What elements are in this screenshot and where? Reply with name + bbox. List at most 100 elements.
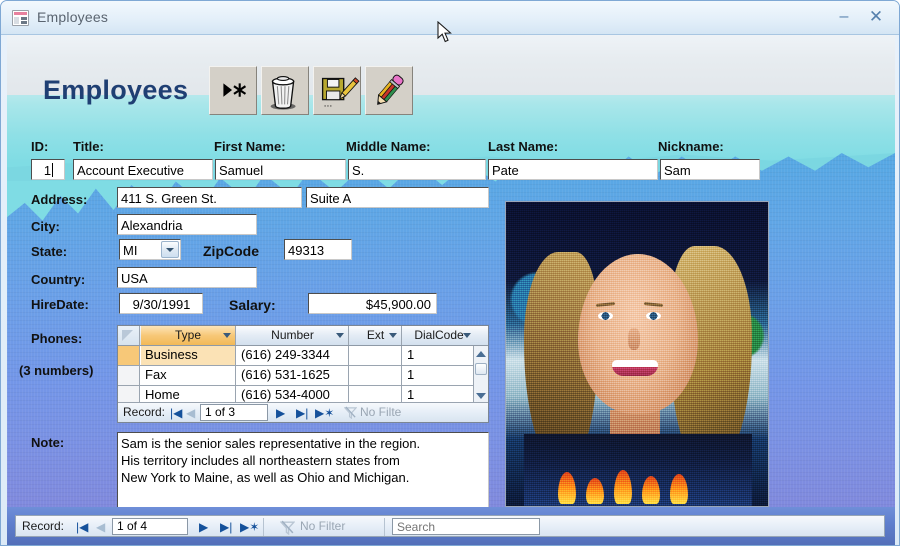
id-field[interactable]: 1: [31, 159, 65, 180]
phones-header-row: Type Number Ext DialCode: [118, 326, 488, 346]
last-record-button[interactable]: ▶|: [220, 520, 232, 534]
column-header-ext[interactable]: Ext: [350, 326, 402, 345]
title-field[interactable]: Account Executive: [73, 159, 213, 180]
trash-can-icon: [270, 76, 296, 110]
subform-vertical-scrollbar[interactable]: [473, 346, 488, 404]
state-value: MI: [123, 243, 138, 258]
label-phones: Phones:: [31, 331, 83, 346]
save-record-button[interactable]: ...: [313, 66, 361, 115]
sf-last-record-button[interactable]: ▶|: [296, 406, 308, 420]
record-position[interactable]: 1 of 4: [112, 518, 188, 535]
first-record-button[interactable]: |◀: [76, 520, 88, 534]
chevron-down-icon[interactable]: [336, 333, 344, 338]
scroll-up-icon[interactable]: [474, 346, 488, 361]
id-value: 1: [43, 163, 52, 178]
label-id: ID:: [31, 139, 49, 154]
cell-type[interactable]: Fax: [141, 366, 236, 385]
select-all-corner[interactable]: [118, 326, 140, 345]
address2-field[interactable]: Suite A: [306, 187, 489, 208]
divider: [384, 518, 385, 536]
sf-record-position[interactable]: 1 of 3: [200, 404, 268, 421]
hiredate-field[interactable]: 9/30/1991: [119, 293, 203, 314]
new-record-icon: [223, 83, 247, 97]
label-first-name: First Name:: [214, 139, 286, 154]
save-pencil-icon: ...: [321, 77, 360, 109]
column-header-dialcode-label: DialCode: [414, 328, 464, 342]
new-record-button[interactable]: [209, 66, 257, 115]
phones-record-navigator: Record: |◀ ◀ 1 of 3 ▶ ▶| ▶✶ No Filte: [118, 402, 488, 422]
city-field[interactable]: Alexandria: [117, 214, 257, 235]
address-field[interactable]: 411 S. Green St.: [117, 187, 302, 208]
label-phones-count: (3 numbers): [19, 363, 94, 378]
zipcode-field[interactable]: 49313: [284, 239, 352, 260]
cell-ext[interactable]: [350, 346, 402, 365]
first-name-field[interactable]: Samuel: [215, 159, 346, 180]
sf-prev-record-button[interactable]: ◀: [186, 406, 195, 420]
label-salary: Salary:: [229, 297, 276, 313]
svg-text:...: ...: [324, 97, 333, 109]
chevron-down-icon[interactable]: [463, 333, 471, 338]
sf-new-record-button[interactable]: ▶✶: [315, 406, 334, 420]
column-header-type[interactable]: Type: [141, 326, 236, 345]
access-form-icon: [12, 10, 29, 26]
row-selector[interactable]: [118, 346, 140, 365]
salary-field[interactable]: $45,900.00: [308, 293, 437, 314]
access-form-window: Employees – ✕ Employees ... ID: Title: F…: [0, 0, 900, 546]
search-input[interactable]: [392, 518, 540, 535]
mouse-cursor: [437, 21, 452, 43]
state-combobox[interactable]: MI: [119, 239, 181, 260]
sf-next-record-button[interactable]: ▶: [276, 406, 285, 420]
label-title: Title:: [73, 139, 104, 154]
filter-status[interactable]: No Filter: [300, 517, 345, 536]
column-header-number[interactable]: Number: [237, 326, 349, 345]
nickname-field[interactable]: Sam: [660, 159, 760, 180]
edit-record-button[interactable]: [365, 66, 413, 115]
country-field[interactable]: USA: [117, 267, 257, 288]
employee-photo[interactable]: [505, 201, 769, 507]
column-header-dialcode[interactable]: DialCode: [403, 326, 475, 345]
column-header-number-label: Number: [271, 328, 314, 342]
chevron-down-icon[interactable]: [389, 333, 397, 338]
label-note: Note:: [31, 435, 65, 450]
row-selector[interactable]: [118, 366, 140, 385]
filter-funnel-icon: [280, 520, 295, 535]
close-button[interactable]: ✕: [863, 5, 889, 29]
page-title: Employees: [43, 75, 189, 105]
chevron-down-icon[interactable]: [223, 333, 231, 338]
delete-record-button[interactable]: [261, 66, 309, 115]
label-last-name: Last Name:: [488, 139, 559, 154]
phones-subform: Type Number Ext DialCode Business (616) …: [117, 325, 489, 423]
main-record-navigator: Record: |◀ ◀ 1 of 4 ▶ ▶| ▶✶ No Filter: [15, 515, 885, 537]
scrollbar-thumb[interactable]: [475, 363, 487, 375]
label-country: Country:: [31, 272, 86, 287]
prev-record-button[interactable]: ◀: [96, 520, 105, 534]
chevron-down-icon[interactable]: [161, 241, 179, 258]
note-textarea[interactable]: Sam is the senior sales representative i…: [117, 432, 489, 509]
column-header-type-label: Type: [174, 328, 201, 342]
form-body: Employees ... ID: Title: First Name: Mid…: [7, 35, 895, 509]
cell-dialcode[interactable]: 1: [403, 346, 475, 365]
cell-type[interactable]: Business: [141, 346, 236, 365]
cell-number[interactable]: (616) 249-3344: [237, 346, 349, 365]
label-middle-name: Middle Name:: [346, 139, 431, 154]
sf-first-record-button[interactable]: |◀: [170, 406, 182, 420]
minimize-button[interactable]: –: [831, 5, 857, 29]
column-header-ext-label: Ext: [366, 328, 385, 342]
window-title: Employees: [37, 9, 109, 25]
middle-name-field[interactable]: S.: [348, 159, 486, 180]
cell-dialcode[interactable]: 1: [403, 366, 475, 385]
sf-record-label: Record:: [123, 405, 166, 419]
label-city: City:: [31, 219, 60, 234]
label-state: State:: [31, 244, 68, 259]
form-status-bar: Record: |◀ ◀ 1 of 4 ▶ ▶| ▶✶ No Filter: [7, 507, 895, 545]
next-record-button[interactable]: ▶: [199, 520, 208, 534]
new-record-nav-button[interactable]: ▶✶: [240, 520, 259, 534]
sf-filter-status[interactable]: No Filte: [360, 403, 401, 422]
label-zipcode: ZipCode: [203, 243, 259, 259]
label-address: Address:: [31, 192, 88, 207]
last-name-field[interactable]: Pate: [488, 159, 658, 180]
cell-ext[interactable]: [350, 366, 402, 385]
table-row[interactable]: Fax (616) 531-1625 1: [118, 366, 475, 386]
cell-number[interactable]: (616) 531-1625: [237, 366, 349, 385]
table-row[interactable]: Business (616) 249-3344 1: [118, 346, 475, 366]
